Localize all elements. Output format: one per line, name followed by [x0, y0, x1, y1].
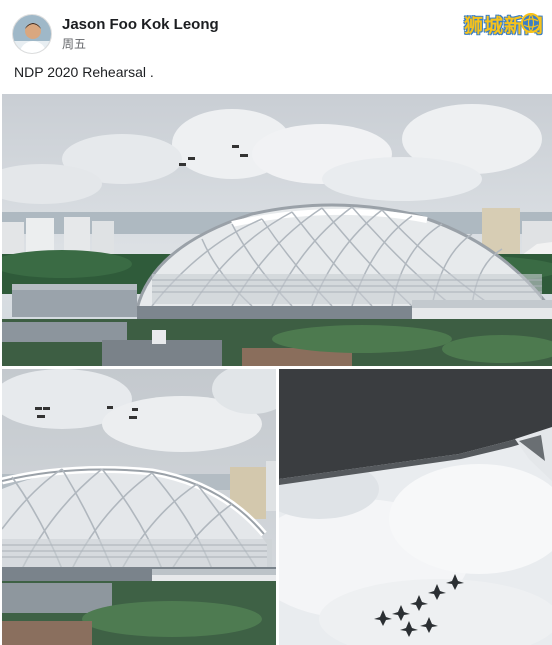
post-caption: NDP 2020 Rehearsal . [14, 64, 154, 80]
jets-formation-photo[interactable] [279, 369, 552, 645]
post-header: Jason Foo Kok Leong 周五 [12, 12, 219, 56]
watermark-logo: 狮城新闻 [464, 10, 544, 38]
stadium-flypast-image [2, 94, 552, 366]
author-avatar[interactable] [12, 14, 52, 54]
jets-formation-image [279, 369, 552, 645]
stadium-closeup-image [2, 369, 276, 645]
author-name[interactable]: Jason Foo Kok Leong [62, 16, 219, 34]
stadium-closeup-photo[interactable] [2, 369, 276, 645]
avatar-image [13, 15, 51, 53]
post-timestamp[interactable]: 周五 [62, 36, 219, 52]
facebook-post: Jason Foo Kok Leong 周五 狮城新闻 NDP 2020 Reh… [0, 0, 552, 645]
globe-icon [521, 13, 541, 33]
stadium-flypast-photo[interactable] [2, 94, 552, 366]
